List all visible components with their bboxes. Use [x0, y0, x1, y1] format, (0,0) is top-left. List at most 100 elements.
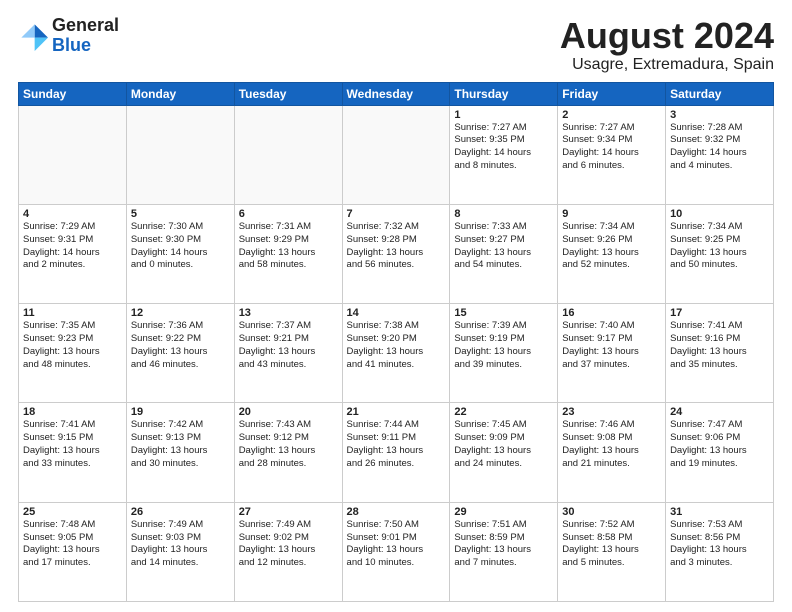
calendar-cell: 27Sunrise: 7:49 AMSunset: 9:02 PMDayligh…: [234, 502, 342, 601]
day-number: 11: [23, 307, 122, 319]
calendar-cell: 24Sunrise: 7:47 AMSunset: 9:06 PMDayligh…: [666, 403, 774, 502]
day-info: Sunrise: 7:38 AMSunset: 9:20 PMDaylight:…: [347, 320, 446, 371]
day-info: Sunrise: 7:39 AMSunset: 9:19 PMDaylight:…: [454, 320, 553, 371]
calendar-cell: 16Sunrise: 7:40 AMSunset: 9:17 PMDayligh…: [558, 304, 666, 403]
day-info: Sunrise: 7:31 AMSunset: 9:29 PMDaylight:…: [239, 221, 338, 272]
day-info: Sunrise: 7:27 AMSunset: 9:34 PMDaylight:…: [562, 122, 661, 173]
day-info: Sunrise: 7:44 AMSunset: 9:11 PMDaylight:…: [347, 419, 446, 470]
calendar-week-4: 25Sunrise: 7:48 AMSunset: 9:05 PMDayligh…: [19, 502, 774, 601]
day-info: Sunrise: 7:34 AMSunset: 9:26 PMDaylight:…: [562, 221, 661, 272]
calendar-week-3: 18Sunrise: 7:41 AMSunset: 9:15 PMDayligh…: [19, 403, 774, 502]
calendar-cell: 17Sunrise: 7:41 AMSunset: 9:16 PMDayligh…: [666, 304, 774, 403]
col-header-wednesday: Wednesday: [342, 82, 450, 105]
calendar-cell: [342, 105, 450, 204]
day-number: 27: [239, 506, 338, 518]
calendar-cell: 1Sunrise: 7:27 AMSunset: 9:35 PMDaylight…: [450, 105, 558, 204]
logo-blue: Blue: [52, 35, 91, 55]
day-info: Sunrise: 7:29 AMSunset: 9:31 PMDaylight:…: [23, 221, 122, 272]
calendar-cell: 22Sunrise: 7:45 AMSunset: 9:09 PMDayligh…: [450, 403, 558, 502]
col-header-thursday: Thursday: [450, 82, 558, 105]
day-number: 2: [562, 109, 661, 121]
col-header-sunday: Sunday: [19, 82, 127, 105]
calendar-cell: 8Sunrise: 7:33 AMSunset: 9:27 PMDaylight…: [450, 204, 558, 303]
calendar-cell: 11Sunrise: 7:35 AMSunset: 9:23 PMDayligh…: [19, 304, 127, 403]
calendar-cell: 19Sunrise: 7:42 AMSunset: 9:13 PMDayligh…: [126, 403, 234, 502]
col-header-friday: Friday: [558, 82, 666, 105]
calendar-cell: 10Sunrise: 7:34 AMSunset: 9:25 PMDayligh…: [666, 204, 774, 303]
day-info: Sunrise: 7:36 AMSunset: 9:22 PMDaylight:…: [131, 320, 230, 371]
day-number: 31: [670, 506, 769, 518]
calendar-cell: 3Sunrise: 7:28 AMSunset: 9:32 PMDaylight…: [666, 105, 774, 204]
day-info: Sunrise: 7:41 AMSunset: 9:15 PMDaylight:…: [23, 419, 122, 470]
calendar-cell: 12Sunrise: 7:36 AMSunset: 9:22 PMDayligh…: [126, 304, 234, 403]
day-info: Sunrise: 7:51 AMSunset: 8:59 PMDaylight:…: [454, 519, 553, 570]
calendar-header-row: SundayMondayTuesdayWednesdayThursdayFrid…: [19, 82, 774, 105]
title-block: August 2024 Usagre, Extremadura, Spain: [560, 16, 774, 74]
calendar-cell: 31Sunrise: 7:53 AMSunset: 8:56 PMDayligh…: [666, 502, 774, 601]
calendar-cell: 15Sunrise: 7:39 AMSunset: 9:19 PMDayligh…: [450, 304, 558, 403]
day-number: 24: [670, 406, 769, 418]
calendar-week-1: 4Sunrise: 7:29 AMSunset: 9:31 PMDaylight…: [19, 204, 774, 303]
day-number: 29: [454, 506, 553, 518]
logo-icon: [18, 21, 48, 51]
calendar-cell: 23Sunrise: 7:46 AMSunset: 9:08 PMDayligh…: [558, 403, 666, 502]
day-number: 17: [670, 307, 769, 319]
col-header-monday: Monday: [126, 82, 234, 105]
day-number: 21: [347, 406, 446, 418]
page: General Blue August 2024 Usagre, Extrema…: [0, 0, 792, 612]
day-number: 26: [131, 506, 230, 518]
day-info: Sunrise: 7:30 AMSunset: 9:30 PMDaylight:…: [131, 221, 230, 272]
day-number: 15: [454, 307, 553, 319]
calendar-cell: 6Sunrise: 7:31 AMSunset: 9:29 PMDaylight…: [234, 204, 342, 303]
calendar-cell: 21Sunrise: 7:44 AMSunset: 9:11 PMDayligh…: [342, 403, 450, 502]
day-number: 6: [239, 208, 338, 220]
day-number: 25: [23, 506, 122, 518]
day-number: 19: [131, 406, 230, 418]
calendar-cell: 28Sunrise: 7:50 AMSunset: 9:01 PMDayligh…: [342, 502, 450, 601]
day-number: 28: [347, 506, 446, 518]
calendar-cell: [234, 105, 342, 204]
day-info: Sunrise: 7:32 AMSunset: 9:28 PMDaylight:…: [347, 221, 446, 272]
logo: General Blue: [18, 16, 119, 56]
day-info: Sunrise: 7:41 AMSunset: 9:16 PMDaylight:…: [670, 320, 769, 371]
day-info: Sunrise: 7:45 AMSunset: 9:09 PMDaylight:…: [454, 419, 553, 470]
calendar-week-2: 11Sunrise: 7:35 AMSunset: 9:23 PMDayligh…: [19, 304, 774, 403]
calendar-cell: [126, 105, 234, 204]
day-number: 16: [562, 307, 661, 319]
calendar-cell: 9Sunrise: 7:34 AMSunset: 9:26 PMDaylight…: [558, 204, 666, 303]
day-number: 4: [23, 208, 122, 220]
calendar-cell: 20Sunrise: 7:43 AMSunset: 9:12 PMDayligh…: [234, 403, 342, 502]
day-number: 8: [454, 208, 553, 220]
col-header-tuesday: Tuesday: [234, 82, 342, 105]
calendar-cell: 30Sunrise: 7:52 AMSunset: 8:58 PMDayligh…: [558, 502, 666, 601]
logo-text: General Blue: [52, 16, 119, 56]
calendar-cell: 5Sunrise: 7:30 AMSunset: 9:30 PMDaylight…: [126, 204, 234, 303]
calendar-cell: 2Sunrise: 7:27 AMSunset: 9:34 PMDaylight…: [558, 105, 666, 204]
calendar-cell: 14Sunrise: 7:38 AMSunset: 9:20 PMDayligh…: [342, 304, 450, 403]
day-info: Sunrise: 7:53 AMSunset: 8:56 PMDaylight:…: [670, 519, 769, 570]
day-info: Sunrise: 7:35 AMSunset: 9:23 PMDaylight:…: [23, 320, 122, 371]
header: General Blue August 2024 Usagre, Extrema…: [18, 16, 774, 74]
calendar-table: SundayMondayTuesdayWednesdayThursdayFrid…: [18, 82, 774, 602]
day-info: Sunrise: 7:43 AMSunset: 9:12 PMDaylight:…: [239, 419, 338, 470]
day-info: Sunrise: 7:48 AMSunset: 9:05 PMDaylight:…: [23, 519, 122, 570]
calendar-week-0: 1Sunrise: 7:27 AMSunset: 9:35 PMDaylight…: [19, 105, 774, 204]
day-number: 12: [131, 307, 230, 319]
col-header-saturday: Saturday: [666, 82, 774, 105]
calendar-cell: 25Sunrise: 7:48 AMSunset: 9:05 PMDayligh…: [19, 502, 127, 601]
calendar-cell: 29Sunrise: 7:51 AMSunset: 8:59 PMDayligh…: [450, 502, 558, 601]
day-info: Sunrise: 7:34 AMSunset: 9:25 PMDaylight:…: [670, 221, 769, 272]
day-info: Sunrise: 7:37 AMSunset: 9:21 PMDaylight:…: [239, 320, 338, 371]
day-info: Sunrise: 7:47 AMSunset: 9:06 PMDaylight:…: [670, 419, 769, 470]
calendar-cell: 26Sunrise: 7:49 AMSunset: 9:03 PMDayligh…: [126, 502, 234, 601]
day-number: 20: [239, 406, 338, 418]
page-title: August 2024: [560, 16, 774, 56]
day-info: Sunrise: 7:49 AMSunset: 9:02 PMDaylight:…: [239, 519, 338, 570]
page-subtitle: Usagre, Extremadura, Spain: [560, 56, 774, 74]
day-number: 3: [670, 109, 769, 121]
day-number: 22: [454, 406, 553, 418]
calendar-cell: 7Sunrise: 7:32 AMSunset: 9:28 PMDaylight…: [342, 204, 450, 303]
day-number: 14: [347, 307, 446, 319]
day-number: 7: [347, 208, 446, 220]
calendar-cell: 4Sunrise: 7:29 AMSunset: 9:31 PMDaylight…: [19, 204, 127, 303]
